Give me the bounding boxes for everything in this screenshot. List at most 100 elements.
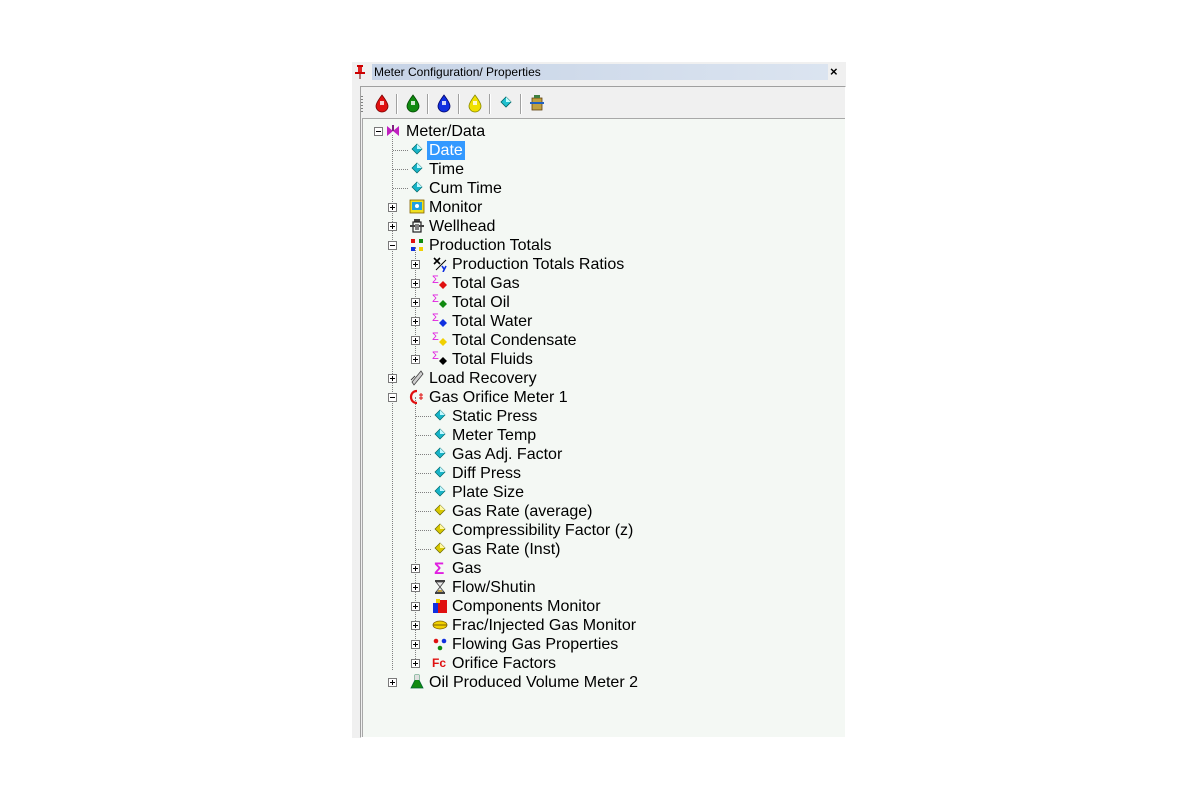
tree-node-cum-time[interactable]: Cum Time	[363, 179, 843, 198]
tree-label: Production Totals	[429, 237, 552, 254]
expand-icon[interactable]	[411, 640, 420, 649]
cyan-property-icon	[434, 428, 446, 440]
tree-label: Plate Size	[452, 484, 525, 501]
tree-label: Meter Temp	[452, 427, 537, 444]
tree-label: Wellhead	[429, 218, 496, 235]
cyan-property-icon	[411, 162, 423, 174]
tree-label: Gas Orifice Meter 1	[429, 389, 568, 406]
components-icon	[433, 599, 447, 613]
yellow-diamond-icon	[439, 338, 447, 346]
tree-node-gas-rate-inst[interactable]: Gas Rate (Inst)	[363, 540, 843, 559]
blue-diamond-icon	[439, 319, 447, 327]
cyan-property-icon	[434, 485, 446, 497]
yellow-property-icon	[434, 542, 446, 554]
toolbar-grip[interactable]	[361, 96, 363, 112]
tree-connector	[416, 416, 431, 418]
meter-icon[interactable]	[527, 92, 547, 114]
tree-node-meter-data[interactable]: Meter/Data	[363, 122, 843, 141]
tree-node-production-totals[interactable]: Production Totals	[363, 236, 843, 255]
tree-node-diff-press[interactable]: Diff Press	[363, 464, 843, 483]
tree-label: Total Water	[452, 313, 533, 330]
expand-icon[interactable]	[411, 583, 420, 592]
panel-title: Meter Configuration/ Properties	[374, 65, 541, 79]
blue-drop-icon[interactable]	[434, 92, 454, 114]
tree-label: Gas	[452, 560, 482, 577]
tree-node-frac-injected-gas-monitor[interactable]: Frac/Injected Gas Monitor	[363, 616, 843, 635]
expand-icon[interactable]	[411, 317, 420, 326]
tree-node-meter-temp[interactable]: Meter Temp	[363, 426, 843, 445]
tree-node-gas[interactable]: Σ Gas	[363, 559, 843, 578]
meter-tree: Meter/Data Date Time Cum Time Monitor We…	[362, 118, 845, 737]
collapse-icon[interactable]	[388, 241, 397, 250]
yellow-drop-icon[interactable]	[465, 92, 485, 114]
tree-label: Monitor	[429, 199, 483, 216]
tree-node-static-press[interactable]: Static Press	[363, 407, 843, 426]
tree-node-compressibility-factor[interactable]: Compressibility Factor (z)	[363, 521, 843, 540]
yellow-property-icon	[434, 504, 446, 516]
tree-label: Production Totals Ratios	[452, 256, 625, 273]
expand-icon[interactable]	[411, 260, 420, 269]
expand-icon[interactable]	[388, 222, 397, 231]
tree-node-oil-produced-volume-meter[interactable]: Oil Produced Volume Meter 2	[363, 673, 843, 692]
red-drop-icon[interactable]	[372, 92, 392, 114]
tree-label: Meter/Data	[406, 123, 486, 140]
tree-connector	[416, 511, 431, 513]
tree-node-load-recovery[interactable]: Load Recovery	[363, 369, 843, 388]
tree-label: Static Press	[452, 408, 538, 425]
tree-label: Total Fluids	[452, 351, 533, 368]
green-drop-icon[interactable]	[403, 92, 423, 114]
collapse-icon[interactable]	[374, 127, 383, 136]
panel-title-bar[interactable]: Meter Configuration/ Properties ×	[352, 62, 846, 82]
gas-meter-icon	[409, 389, 423, 405]
cyan-property-icon	[434, 409, 446, 421]
property-icon[interactable]	[496, 92, 516, 114]
expand-icon[interactable]	[411, 279, 420, 288]
tree-label: Flowing Gas Properties	[452, 636, 619, 653]
expand-icon[interactable]	[388, 374, 397, 383]
tree-node-gas-adj-factor[interactable]: Gas Adj. Factor	[363, 445, 843, 464]
tree-node-flowing-gas-properties[interactable]: Flowing Gas Properties	[363, 635, 843, 654]
tree-node-gas-rate-average[interactable]: Gas Rate (average)	[363, 502, 843, 521]
tree-connector	[416, 492, 431, 494]
tree-node-wellhead[interactable]: Wellhead	[363, 217, 843, 236]
meter-configuration-panel: Meter Configuration/ Properties × Meter/…	[352, 62, 846, 738]
tree-label: Frac/Injected Gas Monitor	[452, 617, 637, 634]
close-icon[interactable]: ×	[830, 64, 838, 79]
tree-label: Compressibility Factor (z)	[452, 522, 634, 539]
tree-label: Total Condensate	[452, 332, 577, 349]
green-diamond-icon	[439, 300, 447, 308]
expand-icon[interactable]	[411, 355, 420, 364]
pin-icon[interactable]	[355, 65, 365, 79]
collapse-icon[interactable]	[388, 393, 397, 402]
expand-icon[interactable]	[411, 336, 420, 345]
expand-icon[interactable]	[411, 298, 420, 307]
tree-connector	[416, 454, 431, 456]
tree-label: Diff Press	[452, 465, 522, 482]
tree-label: Load Recovery	[429, 370, 537, 387]
tree-connector	[416, 530, 431, 532]
tree-node-orifice-factors[interactable]: Fc Orifice Factors	[363, 654, 843, 673]
toolbar-separator	[520, 94, 522, 114]
tree-node-plate-size[interactable]: Plate Size	[363, 483, 843, 502]
tree-node-gas-orifice-meter[interactable]: Gas Orifice Meter 1	[363, 388, 843, 407]
tree-label: Total Oil	[452, 294, 510, 311]
tree-node-total-fluids[interactable]: Σ Total Fluids	[363, 350, 843, 369]
tree-node-flow-shutin[interactable]: Flow/Shutin	[363, 578, 843, 597]
tree-label: Flow/Shutin	[452, 579, 536, 596]
expand-icon[interactable]	[388, 678, 397, 687]
tree-node-monitor[interactable]: Monitor	[363, 198, 843, 217]
tree-node-time[interactable]: Time	[363, 160, 843, 179]
toolbar-separator	[458, 94, 460, 114]
expand-icon[interactable]	[411, 602, 420, 611]
tree-node-date[interactable]: Date	[363, 141, 843, 160]
expand-icon[interactable]	[411, 659, 420, 668]
expand-icon[interactable]	[388, 203, 397, 212]
expand-icon[interactable]	[411, 621, 420, 630]
tree-label: Cum Time	[429, 180, 502, 197]
tree-connector	[393, 150, 408, 152]
cyan-property-icon	[434, 466, 446, 478]
frac-gas-icon	[432, 620, 448, 630]
tree-node-components-monitor[interactable]: Components Monitor	[363, 597, 843, 616]
expand-icon[interactable]	[411, 564, 420, 573]
red-diamond-icon	[439, 281, 447, 289]
